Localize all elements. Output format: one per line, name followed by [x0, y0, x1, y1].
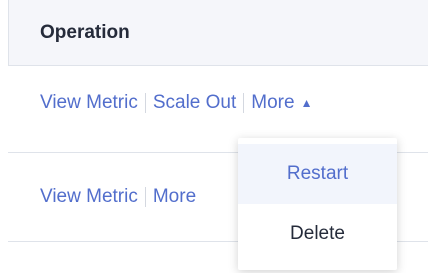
table-header: Operation [8, 0, 428, 66]
row-actions: View Metric Scale Out More ▲ [40, 92, 312, 114]
action-separator [144, 187, 146, 207]
restart-menu-item[interactable]: Restart [238, 144, 397, 204]
action-separator [144, 93, 146, 113]
more-dropdown-menu: Restart Delete [238, 138, 397, 270]
delete-menu-item[interactable]: Delete [238, 204, 397, 264]
scale-out-link[interactable]: Scale Out [153, 92, 236, 114]
more-label: More [251, 92, 295, 113]
view-metric-link[interactable]: View Metric [40, 186, 138, 208]
row-actions: View Metric More [40, 186, 196, 208]
operations-table: Operation View Metric Scale Out More ▲ V… [0, 0, 428, 273]
more-menu-button[interactable]: More ▲ [251, 92, 312, 114]
operation-column-header: Operation [40, 22, 130, 43]
caret-up-icon: ▲ [300, 96, 313, 110]
view-metric-link[interactable]: View Metric [40, 92, 138, 114]
action-separator [243, 93, 245, 113]
more-menu-button[interactable]: More [153, 186, 196, 208]
